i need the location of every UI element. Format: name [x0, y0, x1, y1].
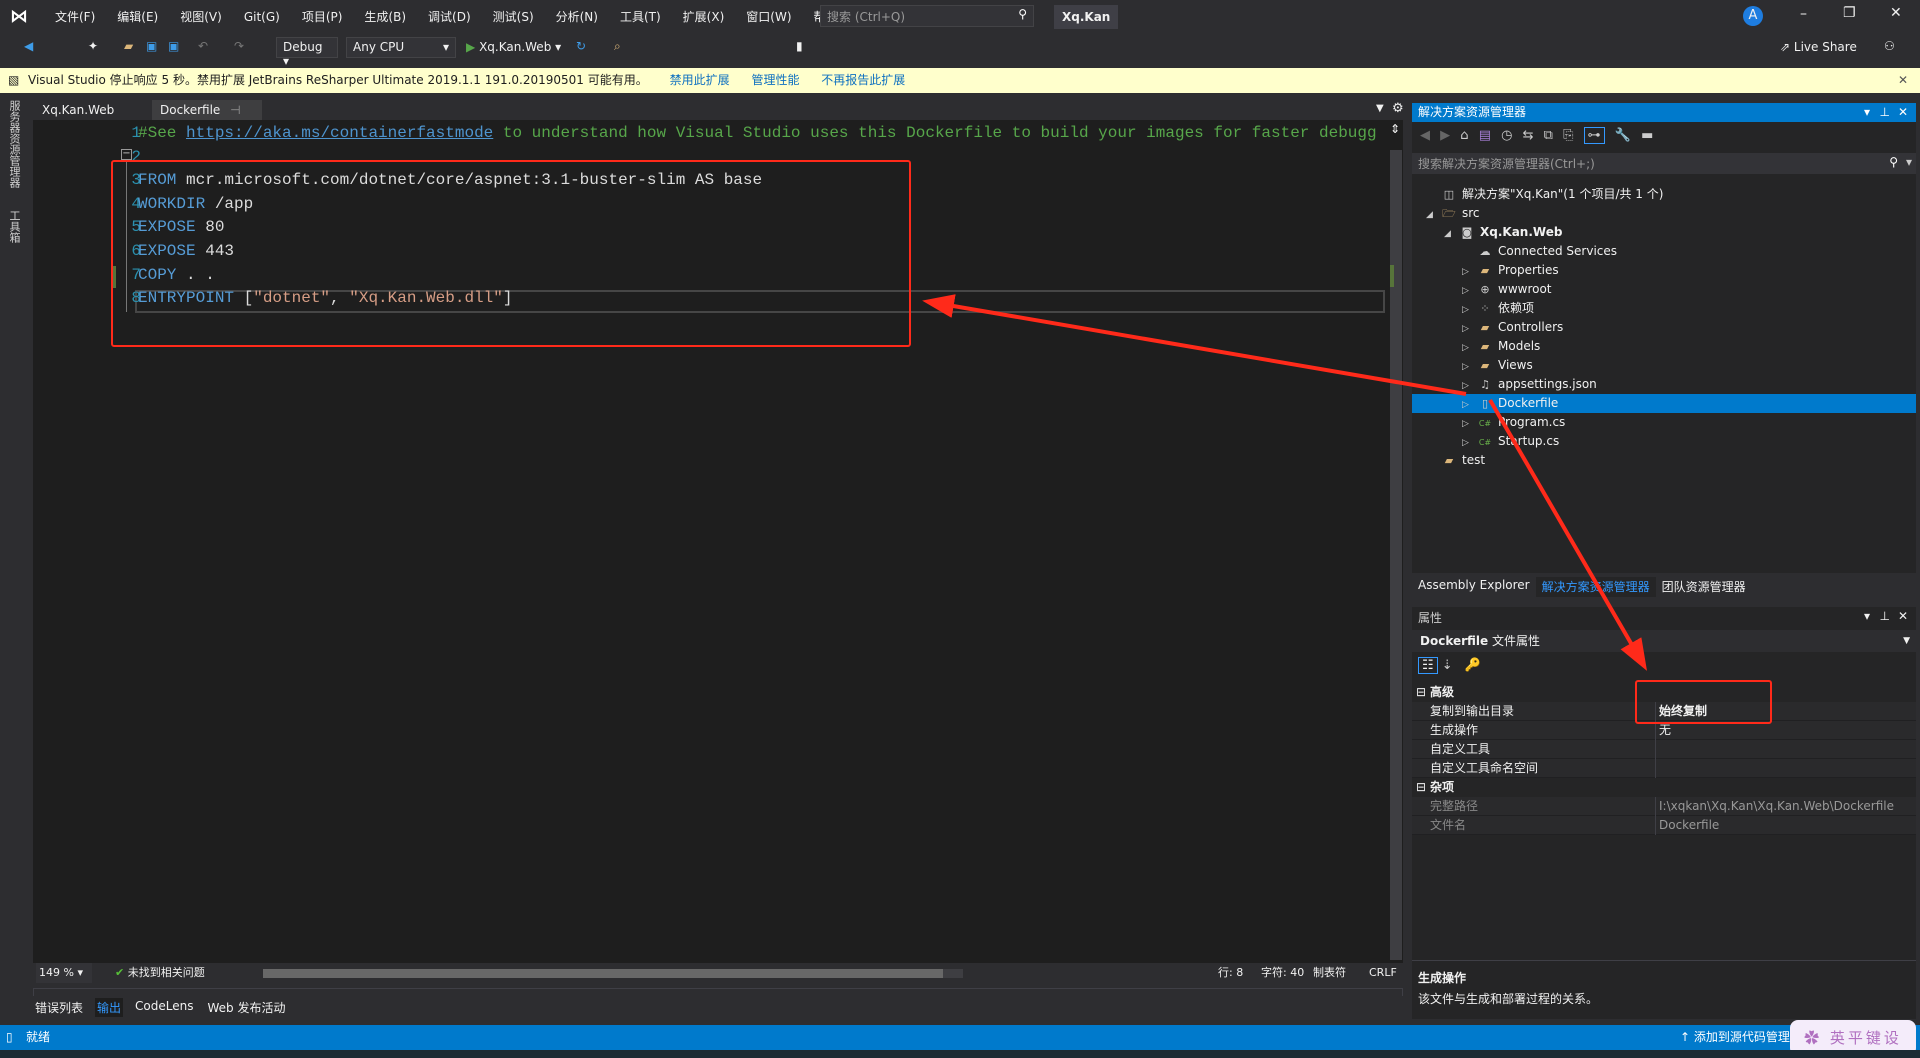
annotation-arrows: [922, 294, 1648, 671]
arrow-to-property: [1488, 398, 1648, 671]
arrow-to-code: [922, 294, 1467, 396]
